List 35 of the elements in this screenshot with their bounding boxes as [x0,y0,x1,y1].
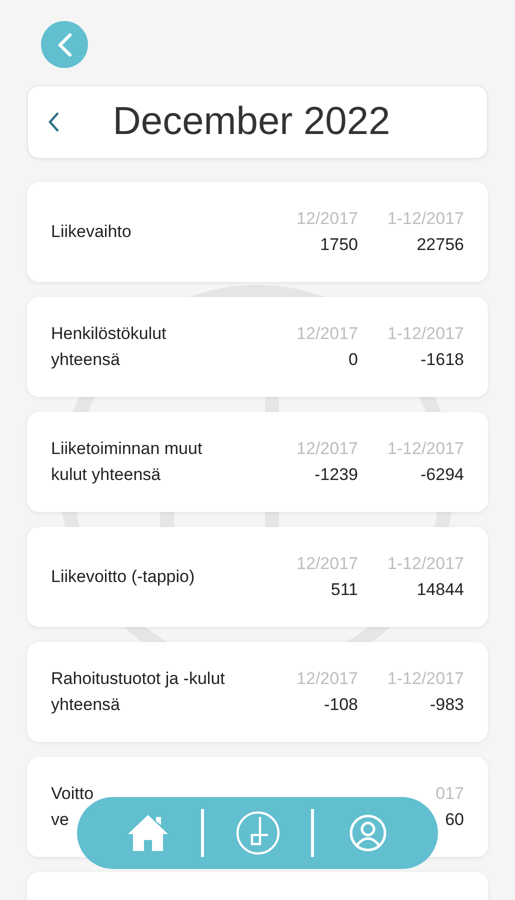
back-button[interactable] [41,21,88,68]
row-label: Rahoitustuotot ja -kulut yhteensä [51,668,226,716]
profile-icon[interactable] [348,814,386,852]
period-label: 12/2017 [296,208,358,230]
period-label: 1-12/2017 [387,553,464,575]
amount-value: -1239 [314,464,358,486]
amount-value: 22756 [416,234,464,256]
amount-value: -983 [430,694,464,716]
amount-value: 14844 [416,579,464,601]
home-icon[interactable] [126,813,168,853]
amount-value: -6294 [420,464,464,486]
month-title: December 2022 [112,100,392,144]
period-label: 017 [436,783,464,805]
row-label: ve [51,809,69,831]
period-label: 12/2017 [296,438,358,460]
amount-value: -1618 [420,349,464,371]
row-label: Liikevoitto (-tappio) [51,566,196,588]
row-label: Liikevaihto [51,221,132,243]
period-label: 1-12/2017 [387,438,464,460]
logo-icon[interactable] [236,811,280,855]
amount-value: 511 [330,579,358,601]
period-label: 12/2017 [296,323,358,345]
period-label: 1-12/2017 [387,208,464,230]
period-label: 12/2017 [296,553,358,575]
row-label: Henkilöstökulut yhteensä [51,323,168,371]
amount-value: 60 [445,809,464,831]
row-label: Voitto [51,783,94,805]
chevron-left-icon[interactable] [48,111,60,133]
period-label: 1-12/2017 [387,323,464,345]
period-label: 1-12/2017 [387,668,464,690]
period-label: 12/2017 [296,668,358,690]
amount-value: -108 [324,694,358,716]
amount-value: 0 [348,349,358,371]
amount-value: 1750 [320,234,358,256]
row-label: Liiketoiminnan muut kulut yhteensä [51,438,204,486]
